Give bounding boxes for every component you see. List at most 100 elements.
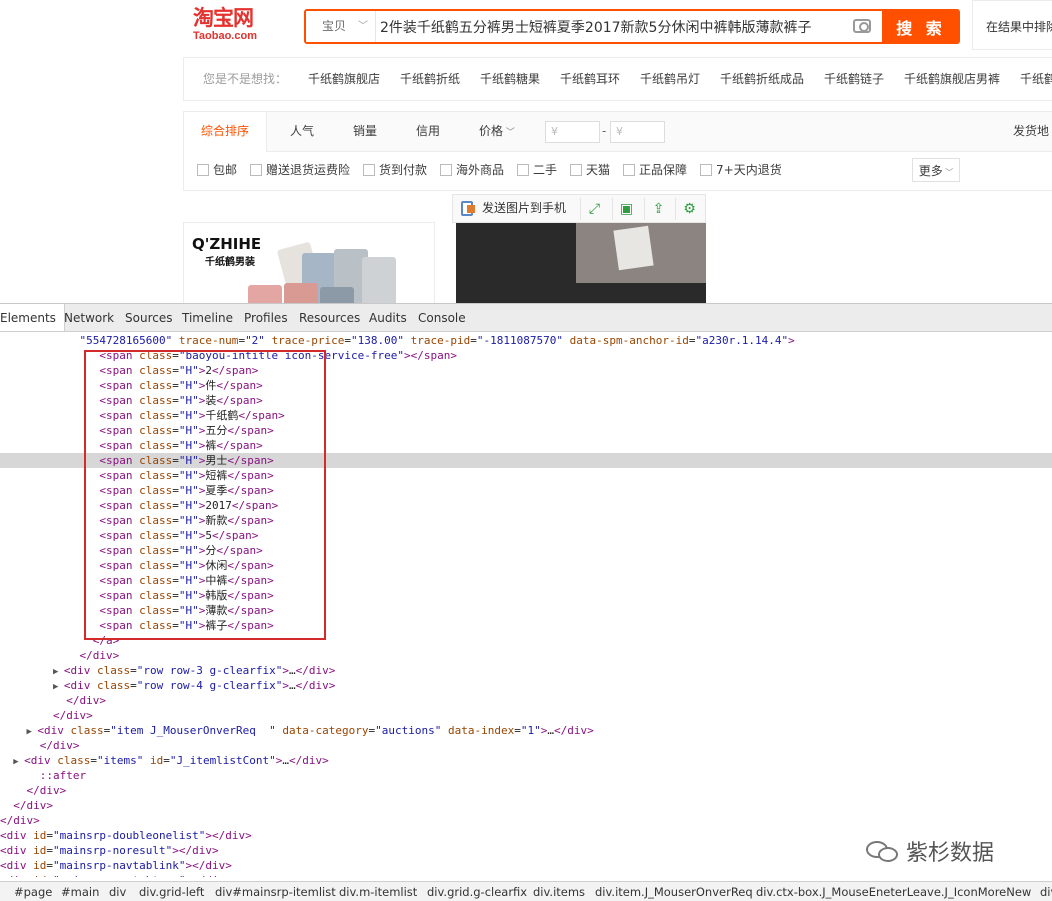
tab-audits[interactable]: Audits (369, 304, 407, 331)
suggestion-link[interactable]: 千纸鹤旗舰店 (308, 58, 380, 100)
suggestion-link[interactable]: 千纸鹤耳环 (560, 58, 620, 100)
dom-node-line[interactable]: </div> (0, 708, 1052, 723)
dom-node-span[interactable]: <span class="baoyou-intitle icon-service… (0, 348, 1052, 363)
dom-node-span[interactable]: <span class="H">件</span> (0, 378, 1052, 393)
checkbox[interactable] (197, 164, 209, 176)
dom-node-line[interactable]: <div id="mainsrp-navtabtags"></div> (0, 873, 1052, 877)
tab-timeline[interactable]: Timeline (182, 304, 233, 331)
product-card-image[interactable]: Q'ZHIHE 千纸鹤男装 (183, 222, 435, 303)
dom-node-line[interactable]: </div> (0, 783, 1052, 798)
breadcrumb-item[interactable]: div.ro (1040, 882, 1052, 901)
suggestion-link[interactable]: 千纸鹤糖果 (480, 58, 540, 100)
filter-return-insurance[interactable]: 赠送退货运费险 (250, 152, 350, 189)
tab-network[interactable]: Network (64, 304, 114, 331)
gear-icon[interactable]: ⚙ (675, 198, 703, 220)
suggestion-link[interactable]: 千纸鹤折纸 (400, 58, 460, 100)
sort-tab-sales[interactable]: 销量 (353, 112, 377, 151)
sort-tab-popularity[interactable]: 人气 (290, 112, 314, 151)
search-button[interactable]: 搜 索 (882, 11, 958, 42)
dom-node-line[interactable]: ▶ <div class="row row-3 g-clearfix">…</d… (0, 663, 1052, 678)
checkbox[interactable] (570, 164, 582, 176)
filter-tmall[interactable]: 天猫 (570, 152, 610, 189)
dom-node-line[interactable]: ::after (0, 768, 1052, 783)
search-category-select[interactable]: 宝贝 ﹀ (306, 11, 376, 42)
breadcrumb-item[interactable]: div.grid.g-clearfix (427, 882, 527, 901)
dom-node-span[interactable]: <span class="H">薄款</span> (0, 603, 1052, 618)
dom-node-span[interactable]: <span class="H">新款</span> (0, 513, 1052, 528)
breadcrumb-item[interactable]: div.item.J_MouserOnverReq (595, 882, 753, 901)
taobao-logo[interactable]: 淘宝网 Taobao.com (193, 6, 283, 46)
tab-resources[interactable]: Resources (299, 304, 360, 331)
checkbox[interactable] (623, 164, 635, 176)
breadcrumb-item[interactable]: div (109, 882, 126, 901)
dom-node-line[interactable]: </div> (0, 693, 1052, 708)
save-icon[interactable]: ▣ (612, 198, 640, 220)
dom-node-span[interactable]: <span class="H">裤子</span> (0, 618, 1052, 633)
tab-console[interactable]: Console (418, 304, 466, 331)
breadcrumb-item[interactable]: #main (61, 882, 99, 901)
dom-node-span[interactable]: <span class="H">韩版</span> (0, 588, 1052, 603)
dom-node-line[interactable]: ▶ <div class="items" id="J_itemlistCont"… (0, 753, 1052, 768)
dom-node-span[interactable]: <span class="H">五分</span> (0, 423, 1052, 438)
sort-tab-credit[interactable]: 信用 (416, 112, 440, 151)
dom-tree[interactable]: "554728165600" trace-num = "2" trace-price… (0, 332, 1052, 877)
checkbox[interactable] (517, 164, 529, 176)
breadcrumb-item[interactable]: div.grid-left (139, 882, 204, 901)
dom-node-span[interactable]: <span class="H">2</span> (0, 363, 1052, 378)
breadcrumb-item[interactable]: div.items (533, 882, 585, 901)
dom-node-span[interactable]: <span class="H">裤</span> (0, 438, 1052, 453)
expand-icon[interactable]: ⤢ (580, 198, 608, 220)
checkbox[interactable] (250, 164, 262, 176)
checkbox[interactable] (363, 164, 375, 176)
dom-node-line[interactable]: ▶ <div class = "item J_MouserOnverReq " da… (0, 723, 1052, 738)
filter-secondhand[interactable]: 二手 (517, 152, 557, 189)
tab-profiles[interactable]: Profiles (244, 304, 288, 331)
product-photo[interactable] (456, 223, 706, 303)
suggestion-link[interactable]: 千纸鹤折纸成品 (720, 58, 804, 100)
dom-node-line[interactable]: </div> (0, 738, 1052, 753)
breadcrumb-item[interactable]: div.ctx-box.J_MouseEneterLeave.J_IconMor… (756, 882, 1031, 901)
dom-node-line[interactable]: </a> (0, 633, 1052, 648)
send-to-phone-button[interactable]: 发送图片到手机 (460, 195, 566, 222)
filter-overseas[interactable]: 海外商品 (440, 152, 504, 189)
dom-node-line[interactable]: </div> (0, 648, 1052, 663)
dom-node-span[interactable]: <span class="H">男士</span> (0, 453, 1052, 468)
dom-node-span[interactable]: <span class="H">夏季</span> (0, 483, 1052, 498)
share-icon[interactable]: ⇪ (644, 198, 672, 220)
suggestion-link[interactable]: 千纸鹤旗舰店男裤 (904, 58, 1000, 100)
dom-node-span[interactable]: <span class="H">5</span> (0, 528, 1052, 543)
more-filters-button[interactable]: 更多 ﹀ (912, 158, 960, 182)
suggestion-link[interactable]: 千纸鹤 (1020, 58, 1052, 100)
ship-from-filter[interactable]: 发货地 (1013, 112, 1049, 151)
breadcrumb-item[interactable]: #page (14, 882, 52, 901)
dom-node-span[interactable]: <span class="H">休闲</span> (0, 558, 1052, 573)
tab-elements[interactable]: Elements (0, 304, 65, 331)
price-to-input[interactable]: ¥ (610, 121, 665, 143)
camera-icon[interactable] (853, 19, 871, 33)
suggestion-link[interactable]: 千纸鹤吊灯 (640, 58, 700, 100)
dom-node-span[interactable]: <span class="H">千纸鹤</span> (0, 408, 1052, 423)
tab-sources[interactable]: Sources (125, 304, 172, 331)
filter-genuine[interactable]: 正品保障 (623, 152, 687, 189)
filter-free-shipping[interactable]: 包邮 (197, 152, 237, 189)
filter-cod[interactable]: 货到付款 (363, 152, 427, 189)
price-from-input[interactable]: ¥ (545, 121, 600, 143)
dom-node-span[interactable]: <span class="H">装</span> (0, 393, 1052, 408)
search-in-results-link[interactable]: 在结果中排除 (972, 0, 1052, 50)
dom-node-line[interactable]: ▶ <div class="row row-4 g-clearfix">…</d… (0, 678, 1052, 693)
dom-node-span[interactable]: <span class="H">短裤</span> (0, 468, 1052, 483)
breadcrumb-item[interactable]: div.m-itemlist (339, 882, 417, 901)
dom-node-attrs-line[interactable]: "554728165600" trace-num = "2" trace-price… (0, 333, 1052, 348)
dom-node-line[interactable]: </div> (0, 813, 1052, 828)
search-input[interactable] (380, 11, 860, 42)
breadcrumb-item[interactable]: div#mainsrp-itemlist (215, 882, 336, 901)
suggestion-link[interactable]: 千纸鹤链子 (824, 58, 884, 100)
sort-tab-price[interactable]: 价格 ﹀ (479, 112, 515, 153)
dom-node-span[interactable]: <span class="H">中裤</span> (0, 573, 1052, 588)
filter-7day-return[interactable]: 7+天内退货 (700, 152, 782, 189)
checkbox[interactable] (440, 164, 452, 176)
dom-node-span[interactable]: <span class="H">2017</span> (0, 498, 1052, 513)
checkbox[interactable] (700, 164, 712, 176)
sort-tab-default[interactable]: 综合排序 (184, 112, 267, 152)
dom-node-span[interactable]: <span class="H">分</span> (0, 543, 1052, 558)
